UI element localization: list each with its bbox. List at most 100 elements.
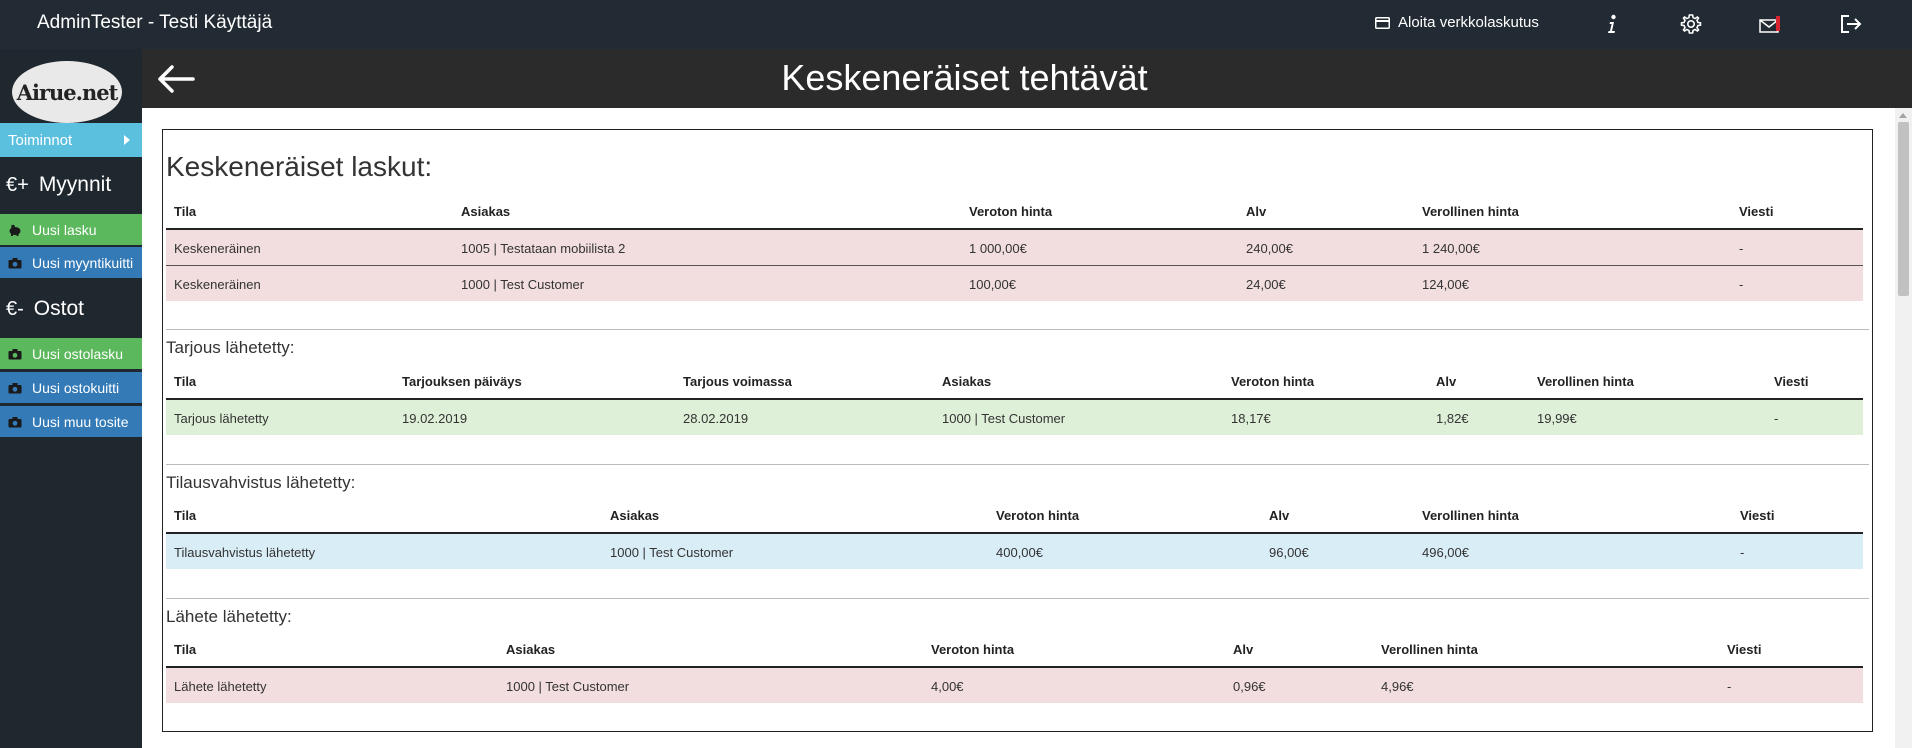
- cell: -: [1739, 277, 1744, 292]
- column-header[interactable]: Tarjous voimassa: [683, 374, 792, 389]
- vertical-scrollbar[interactable]: [1895, 108, 1912, 748]
- table-row[interactable]: Tarjous lähetetty 19.02.2019 28.02.2019 …: [166, 400, 1863, 436]
- delivery-note-title: Lähete lähetetty:: [166, 607, 292, 626]
- cell: 0,96€: [1233, 679, 1266, 694]
- cell: 24,00€: [1246, 277, 1286, 292]
- cell: 496,00€: [1422, 545, 1469, 560]
- column-header[interactable]: Tila: [174, 204, 196, 219]
- table-row[interactable]: Keskeneräinen 1005 | Testataan mobiilist…: [166, 230, 1863, 266]
- info-icon[interactable]: [1597, 9, 1627, 39]
- cell: -: [1727, 679, 1732, 694]
- new-invoice-label: Uusi lasku: [32, 221, 97, 238]
- section-divider: [166, 598, 1869, 599]
- new-sales-receipt-label: Uusi myyntikuitti: [32, 254, 134, 271]
- section-divider: [166, 329, 1869, 330]
- cell: 1000 | Test Customer: [610, 545, 734, 560]
- new-purchase-invoice-label: Uusi ostolasku: [32, 345, 124, 362]
- table-header: Tila Asiakas Veroton hinta Alv Verolline…: [166, 193, 1863, 230]
- table-header: Tila Asiakas Veroton hinta Alv Verolline…: [166, 631, 1863, 668]
- start-einvoicing-button[interactable]: Aloita verkkolaskutus: [1375, 14, 1539, 31]
- column-header[interactable]: Asiakas: [461, 204, 510, 219]
- cell: 28.02.2019: [683, 411, 749, 426]
- cell: Tarjous lähetetty: [174, 411, 269, 426]
- cell: 1000 | Test Customer: [461, 277, 585, 292]
- credit-card-icon: [1375, 16, 1390, 29]
- column-header[interactable]: Veroton hinta: [931, 642, 1014, 657]
- column-header[interactable]: Verollinen hinta: [1422, 508, 1519, 523]
- cell: 1000 | Test Customer: [506, 679, 630, 694]
- column-header[interactable]: Verollinen hinta: [1381, 642, 1478, 657]
- gear-icon[interactable]: [1676, 9, 1706, 39]
- camera-icon: [8, 256, 22, 270]
- new-other-document-button[interactable]: Uusi muu tosite: [0, 406, 142, 437]
- column-header[interactable]: Viesti: [1739, 204, 1773, 219]
- mail-icon[interactable]: [1756, 9, 1786, 39]
- cell: 1,82€: [1436, 411, 1469, 426]
- column-header[interactable]: Alv: [1436, 374, 1456, 389]
- top-bar: AdminTester - Testi Käyttäjä Aloita verk…: [0, 0, 1912, 49]
- euro-plus-icon: €+: [6, 173, 29, 196]
- column-header[interactable]: Tila: [174, 642, 196, 657]
- cell: 19.02.2019: [402, 411, 468, 426]
- table-header: Tila Tarjouksen päiväys Tarjous voimassa…: [166, 363, 1863, 400]
- cell: -: [1740, 545, 1745, 560]
- column-header[interactable]: Veroton hinta: [969, 204, 1052, 219]
- scroll-up-arrow-icon[interactable]: [1899, 113, 1907, 118]
- table-row[interactable]: Lähete lähetetty 1000 | Test Customer 4,…: [166, 668, 1863, 704]
- piggy-bank-icon: [8, 223, 22, 237]
- page-header: Keskeneräiset tehtävät: [142, 49, 1912, 108]
- camera-icon: [8, 347, 22, 361]
- cell: 1 000,00€: [969, 241, 1027, 256]
- cell: 1000 | Test Customer: [942, 411, 1066, 426]
- cell: 1 240,00€: [1422, 241, 1480, 256]
- column-header[interactable]: Viesti: [1727, 642, 1761, 657]
- column-header[interactable]: Asiakas: [610, 508, 659, 523]
- order-confirmation-title: Tilausvahvistus lähetetty:: [166, 473, 356, 492]
- cell: 96,00€: [1269, 545, 1309, 560]
- table-row[interactable]: Keskeneräinen 1000 | Test Customer 100,0…: [166, 266, 1863, 302]
- new-invoice-button[interactable]: Uusi lasku: [0, 214, 142, 245]
- new-purchase-receipt-button[interactable]: Uusi ostokuitti: [0, 372, 142, 403]
- column-header[interactable]: Alv: [1269, 508, 1289, 523]
- cell: -: [1739, 241, 1744, 256]
- column-header[interactable]: Viesti: [1740, 508, 1774, 523]
- new-sales-receipt-button[interactable]: Uusi myyntikuitti: [0, 247, 142, 278]
- column-header[interactable]: Tarjouksen päiväys: [402, 374, 522, 389]
- caret-right-icon: [124, 135, 130, 145]
- cell: 19,99€: [1537, 411, 1577, 426]
- scrollbar-thumb[interactable]: [1898, 122, 1909, 296]
- tasks-panel: Keskeneräiset laskut: Tila Asiakas Verot…: [162, 129, 1873, 732]
- new-other-document-label: Uusi muu tosite: [32, 413, 129, 430]
- section-divider: [166, 464, 1869, 465]
- actions-menu-button[interactable]: Toiminnot: [0, 123, 142, 157]
- column-header[interactable]: Asiakas: [942, 374, 991, 389]
- cell: 1005 | Testataan mobiilista 2: [461, 241, 626, 256]
- euro-minus-icon: €-: [6, 297, 24, 320]
- column-header[interactable]: Alv: [1246, 204, 1266, 219]
- airue-logo[interactable]: Airue.net: [12, 61, 122, 123]
- delivery-note-table: Tila Asiakas Veroton hinta Alv Verolline…: [166, 631, 1863, 704]
- column-header[interactable]: Asiakas: [506, 642, 555, 657]
- column-header[interactable]: Alv: [1233, 642, 1253, 657]
- actions-menu-label: Toiminnot: [8, 131, 73, 149]
- column-header[interactable]: Veroton hinta: [1231, 374, 1314, 389]
- column-header[interactable]: Verollinen hinta: [1422, 204, 1519, 219]
- unfinished-invoices-title: Keskeneräiset laskut:: [166, 151, 433, 182]
- logout-icon[interactable]: [1836, 9, 1866, 39]
- cell: Keskeneräinen: [174, 241, 261, 256]
- cell: 400,00€: [996, 545, 1043, 560]
- new-purchase-invoice-button[interactable]: Uusi ostolasku: [0, 338, 142, 369]
- table-row[interactable]: Tilausvahvistus lähetetty 1000 | Test Cu…: [166, 534, 1863, 570]
- cell: 4,96€: [1381, 679, 1414, 694]
- main-content: Keskeneräiset laskut: Tila Asiakas Verot…: [142, 108, 1895, 748]
- cell: Tilausvahvistus lähetetty: [174, 545, 316, 560]
- cell: -: [1774, 411, 1779, 426]
- column-header[interactable]: Veroton hinta: [996, 508, 1079, 523]
- start-einvoicing-label: Aloita verkkolaskutus: [1398, 14, 1539, 31]
- camera-icon: [8, 381, 22, 395]
- column-header[interactable]: Viesti: [1774, 374, 1808, 389]
- column-header[interactable]: Tila: [174, 374, 196, 389]
- column-header[interactable]: Verollinen hinta: [1537, 374, 1634, 389]
- column-header[interactable]: Tila: [174, 508, 196, 523]
- offer-sent-title: Tarjous lähetetty:: [166, 338, 295, 357]
